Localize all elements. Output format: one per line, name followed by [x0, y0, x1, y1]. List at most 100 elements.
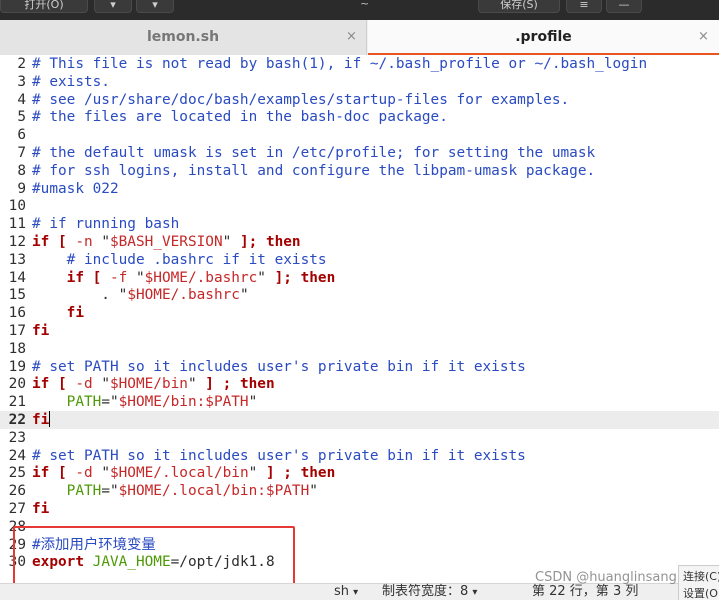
code-text: PATH="$HOME/bin:$PATH" [32, 393, 258, 411]
code-text: fi [32, 500, 49, 518]
code-line[interactable]: 11 # if running bash [0, 215, 719, 233]
code-line[interactable]: 3 # exists. [0, 73, 719, 91]
code-line[interactable]: 4 # see /usr/share/doc/bash/examples/star… [0, 91, 719, 109]
code-token: $HOME/bin:$PATH [118, 394, 249, 410]
line-number: 24 [8, 448, 26, 464]
code-token: fi [32, 501, 50, 517]
minimize-button[interactable]: — [606, 0, 642, 13]
tab-profile[interactable]: .profile × [368, 20, 719, 56]
close-icon[interactable]: × [698, 29, 709, 44]
status-bar: sh ▾ 制表符宽度：8 ▾ 第 22 行，第 3 列 [0, 583, 719, 600]
code-token: " [248, 394, 258, 410]
code-line[interactable]: 10 [0, 197, 719, 215]
save-button[interactable]: 保存(S) [478, 0, 560, 13]
code-token: $HOME/bin [109, 376, 188, 392]
code-text: # set PATH so it includes user's private… [32, 447, 526, 465]
code-line[interactable]: 23 [0, 429, 719, 447]
code-line[interactable]: 26 PATH="$HOME/.local/bin:$PATH" [0, 482, 719, 500]
line-number: 27 [8, 501, 26, 517]
tab-bar: lemon.sh × .profile × [0, 20, 719, 56]
code-line[interactable]: 15 . "$HOME/.bashrc" [0, 286, 719, 304]
line-number: 11 [8, 216, 26, 232]
code-token: " [309, 483, 318, 499]
code-token: if [ [32, 465, 76, 481]
code-token: # set PATH so it includes user's private… [32, 448, 526, 464]
code-token: " [222, 234, 240, 250]
code-line[interactable]: 19 # set PATH so it includes user's priva… [0, 358, 719, 376]
code-token: $BASH_VERSION [109, 234, 223, 250]
code-token: $HOME/.bashrc [127, 287, 240, 303]
code-line[interactable]: 12 if [ -n "$BASH_VERSION" ]; then [0, 233, 719, 251]
code-token: . " [32, 287, 128, 303]
open-button[interactable]: 打开(O) [0, 0, 88, 13]
code-token: -f [109, 270, 128, 286]
text-editor[interactable]: 2 # This file is not read by bash(1), if … [0, 55, 719, 583]
open-menu-button[interactable]: ▾ [94, 0, 132, 13]
code-line[interactable]: 7 # the default umask is set in /etc/prof… [0, 144, 719, 162]
code-text: # for ssh logins, install and configure … [32, 162, 595, 180]
code-line[interactable]: 14 if [ -f "$HOME/.bashrc" ]; then [0, 269, 719, 287]
code-token: $HOME/.local/bin:$PATH [118, 483, 310, 499]
code-text: if [ -d "$HOME/bin" ] ; then [32, 375, 275, 393]
code-token: # include .bashrc if it exists [32, 252, 327, 268]
side-popup: 连接(C) 设置(O) [678, 565, 719, 600]
code-token: " [187, 376, 206, 392]
code-token: ] ; then [265, 465, 336, 481]
code-text: if [ -f "$HOME/.bashrc" ]; then [32, 269, 336, 287]
code-line[interactable]: 8 # for ssh logins, install and configure… [0, 162, 719, 180]
code-token: " [127, 270, 145, 286]
code-line[interactable]: 5 # the files are located in the bash-doc… [0, 108, 719, 126]
chevron-down-icon: ▾ [472, 587, 478, 598]
line-number: 23 [8, 430, 26, 446]
code-line[interactable]: 16 fi [0, 304, 719, 322]
code-line[interactable]: 27 fi [0, 500, 719, 518]
code-text: fi [32, 411, 51, 429]
code-line[interactable]: 20 if [ -d "$HOME/bin" ] ; then [0, 375, 719, 393]
code-line[interactable]: 13 # include .bashrc if it exists [0, 251, 719, 269]
line-number: 9 [17, 181, 26, 197]
code-line[interactable]: 17 fi [0, 322, 719, 340]
line-number: 2 [17, 56, 26, 72]
code-token: # This file is not read by bash(1), if ~… [32, 56, 648, 72]
code-line[interactable]: 6 [0, 126, 719, 144]
code-token: PATH [66, 483, 102, 499]
code-token: " [92, 465, 110, 481]
code-line[interactable]: 25 if [ -d "$HOME/.local/bin" ] ; then [0, 464, 719, 482]
code-token: # set PATH so it includes user's private… [32, 359, 526, 375]
tab-lemon-sh[interactable]: lemon.sh × [0, 20, 367, 55]
code-token: ]; then [274, 270, 336, 286]
line-number: 14 [8, 270, 26, 286]
close-icon[interactable]: × [346, 29, 357, 44]
code-token: if [ [32, 234, 76, 250]
code-token: " [239, 287, 249, 303]
code-text: # This file is not read by bash(1), if ~… [32, 55, 647, 73]
code-text: fi [32, 304, 84, 322]
code-line[interactable]: 24 # set PATH so it includes user's priva… [0, 447, 719, 465]
code-text: # include .bashrc if it exists [32, 251, 327, 269]
code-token: # the files are located in the bash-doc … [32, 109, 448, 125]
line-number: 5 [17, 109, 26, 125]
code-token: PATH [66, 394, 102, 410]
code-text: PATH="$HOME/.local/bin:$PATH" [32, 482, 318, 500]
code-line[interactable]: 9 #umask 022 [0, 180, 719, 198]
annotation-highlight-box [13, 526, 295, 590]
line-number: 3 [17, 74, 26, 90]
code-token: # see /usr/share/doc/bash/examples/start… [32, 92, 570, 108]
language-selector[interactable]: sh ▾ [334, 585, 358, 600]
line-number: 13 [8, 252, 26, 268]
line-number: 15 [8, 287, 26, 303]
new-tab-button[interactable]: ▾ [136, 0, 174, 13]
line-number: 21 [8, 394, 26, 410]
popup-connect-item[interactable]: 连接(C) [683, 568, 719, 584]
code-line[interactable]: 18 [0, 340, 719, 358]
tab-width-selector[interactable]: 制表符宽度：8 ▾ [382, 585, 477, 600]
code-line[interactable]: 22 fi [0, 411, 719, 429]
code-token: $HOME/.bashrc [144, 270, 258, 286]
hamburger-menu-button[interactable]: ≡ [566, 0, 602, 13]
code-line[interactable]: 21 PATH="$HOME/bin:$PATH" [0, 393, 719, 411]
line-number: 19 [8, 359, 26, 375]
cursor-position-selector[interactable]: 第 22 行，第 3 列 [532, 585, 638, 599]
code-line[interactable]: 2 # This file is not read by bash(1), if … [0, 55, 719, 73]
line-number: 6 [17, 127, 26, 143]
